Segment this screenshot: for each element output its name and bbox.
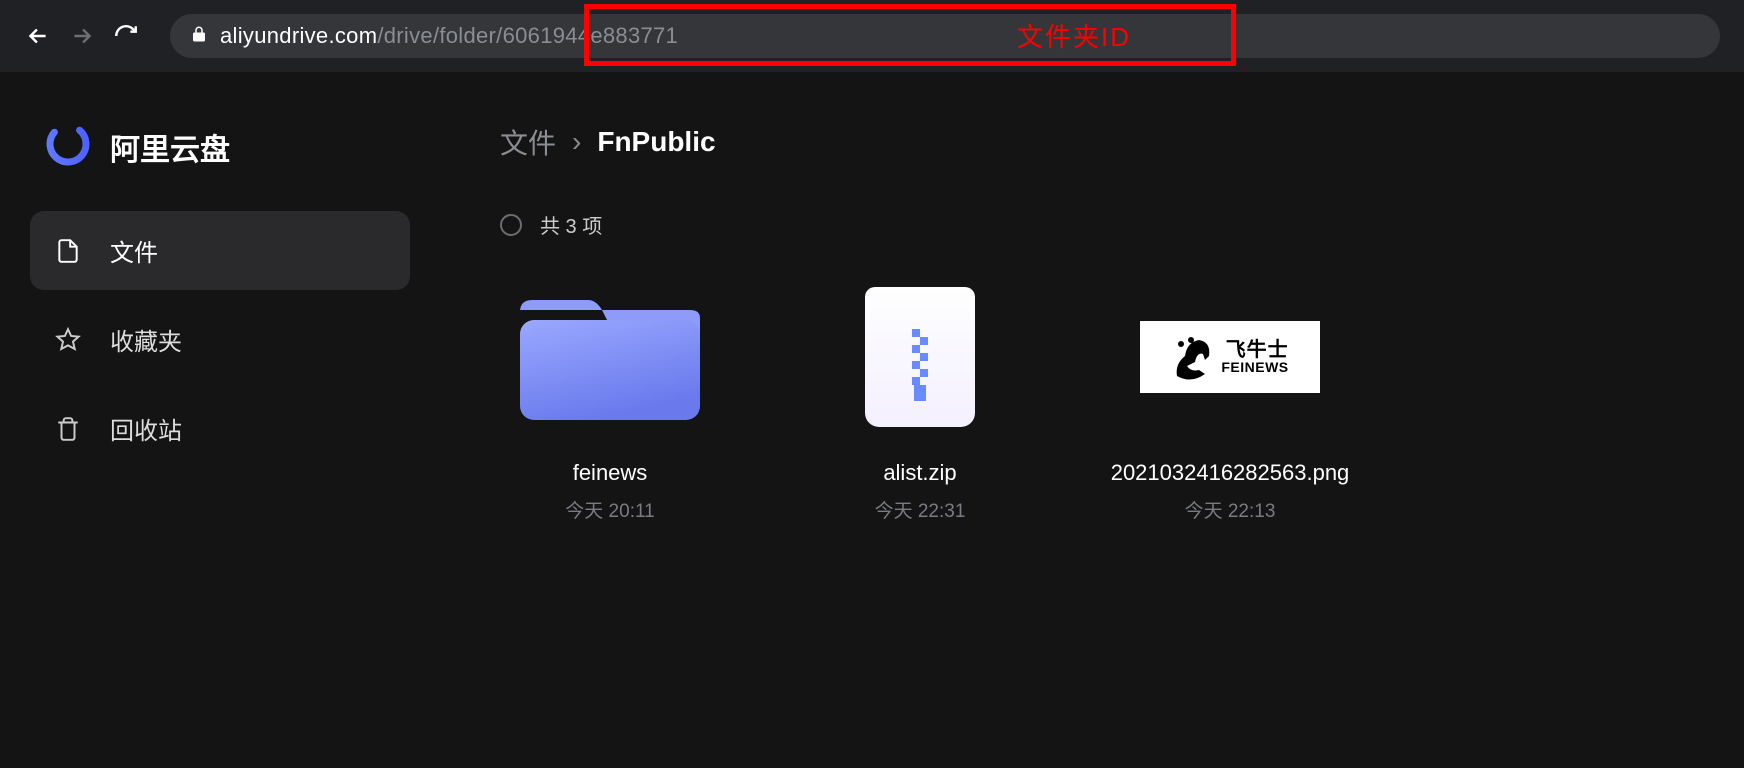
- item-count-text: 共 3 项: [540, 210, 602, 239]
- forward-button[interactable]: [68, 22, 96, 50]
- file-time: 今天 20:11: [565, 496, 654, 523]
- image-thumbnail: 飞牛士 FEINEWS: [1130, 277, 1330, 437]
- thumb-text-bottom: FEINEWS: [1221, 360, 1288, 374]
- file-item-image[interactable]: 飞牛士 FEINEWS 2021032416282563.png 今天 22:1…: [1120, 277, 1340, 523]
- star-icon: [54, 326, 82, 354]
- file-item-zip[interactable]: alist.zip 今天 22:31: [810, 277, 1030, 523]
- app-shell: 阿里云盘 文件 收藏夹 回收站 文件 › FnPublic: [0, 72, 1744, 768]
- back-button[interactable]: [24, 22, 52, 50]
- brand-logo-icon: [46, 122, 90, 171]
- sidebar: 阿里云盘 文件 收藏夹 回收站: [0, 72, 440, 768]
- file-name: alist.zip: [883, 459, 956, 488]
- sidebar-item-trash[interactable]: 回收站: [30, 389, 410, 468]
- sidebar-item-favorites[interactable]: 收藏夹: [30, 300, 410, 379]
- browser-toolbar: aliyundrive.com/drive/folder/6061944e883…: [0, 0, 1744, 72]
- file-time: 今天 22:31: [875, 496, 966, 523]
- url-text: aliyundrive.com/drive/folder/6061944e883…: [220, 23, 678, 49]
- select-all-checkbox[interactable]: [500, 214, 522, 236]
- sidebar-item-label: 文件: [110, 233, 158, 268]
- item-count-row: 共 3 项: [500, 210, 1684, 239]
- brand-title: 阿里云盘: [110, 125, 230, 169]
- file-name: feinews: [573, 459, 648, 488]
- chevron-right-icon: ›: [572, 126, 581, 158]
- brand[interactable]: 阿里云盘: [30, 112, 410, 211]
- url-path: /drive/folder/6061944e883771: [377, 23, 678, 49]
- sidebar-item-label: 回收站: [110, 411, 182, 446]
- sidebar-item-files[interactable]: 文件: [30, 211, 410, 290]
- breadcrumb-root[interactable]: 文件: [500, 122, 556, 162]
- breadcrumb-current: FnPublic: [597, 126, 715, 158]
- sidebar-item-label: 收藏夹: [110, 322, 182, 357]
- lock-icon: [190, 25, 208, 48]
- breadcrumb: 文件 › FnPublic: [500, 122, 1684, 162]
- trash-icon: [54, 415, 82, 443]
- file-grid: feinews 今天 20:11: [500, 277, 1684, 523]
- main-content: 文件 › FnPublic 共 3 项 feinews 今天 20:11: [440, 72, 1744, 768]
- folder-icon: [510, 277, 710, 437]
- file-name: 2021032416282563.png: [1111, 459, 1350, 488]
- thumb-text-top: 飞牛士: [1221, 340, 1288, 360]
- file-time: 今天 22:13: [1185, 496, 1276, 523]
- file-item-folder[interactable]: feinews 今天 20:11: [500, 277, 720, 523]
- address-bar[interactable]: aliyundrive.com/drive/folder/6061944e883…: [170, 14, 1720, 58]
- file-icon: [54, 237, 82, 265]
- zip-icon: [820, 277, 1020, 437]
- url-host: aliyundrive.com: [220, 23, 377, 49]
- reload-button[interactable]: [112, 22, 140, 50]
